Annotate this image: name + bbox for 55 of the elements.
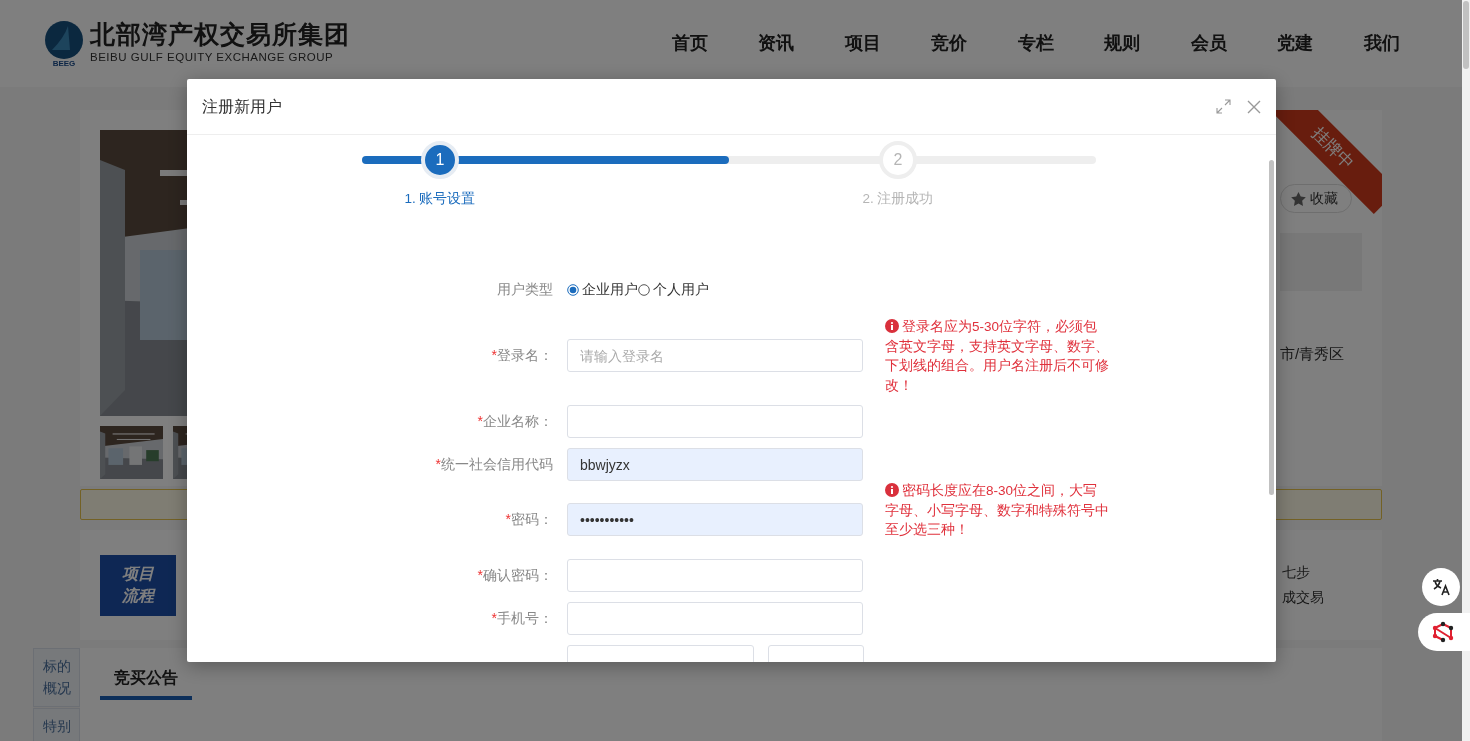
input-field[interactable]: bbwjyzx (567, 448, 863, 481)
nav-link[interactable]: 党建 (1252, 30, 1339, 57)
step-number: 1 (421, 141, 459, 179)
favorite-button[interactable]: 收藏 (1280, 184, 1352, 213)
step-label: 1. 账号设置 (404, 190, 476, 208)
input-field[interactable]: 请输入登录名 (567, 339, 863, 372)
radio-option[interactable]: 个人用户 (638, 273, 709, 306)
network-button[interactable] (1418, 613, 1470, 651)
nav-link[interactable]: 首页 (646, 30, 733, 57)
input-field[interactable] (567, 602, 863, 635)
logo-mark-text: BEEG (52, 59, 76, 68)
field-label: *企业名称： (476, 412, 554, 431)
location-text: 市/青秀区 (1280, 344, 1346, 364)
step-number: 2 (879, 141, 917, 179)
step-label: 2. 注册成功 (862, 190, 934, 208)
field-label: *确认密码： (476, 566, 554, 585)
tab[interactable]: 竞买公告 (100, 666, 192, 700)
scrollbar[interactable] (1462, 0, 1470, 741)
nav-link[interactable]: 项目 (819, 30, 906, 57)
input-field[interactable]: ••••••••••• (567, 503, 863, 536)
input-field[interactable] (567, 559, 863, 592)
expand-icon (1216, 99, 1231, 114)
logo-title: 北部湾产权交易所集团 (90, 21, 350, 49)
close-icon (1247, 99, 1261, 114)
info-icon (885, 319, 899, 333)
process-step-text: 七步 (1282, 562, 1311, 582)
side-tab[interactable]: 特别 (33, 708, 80, 741)
field-label: *统一社会信用代码 (434, 455, 554, 474)
process-badge: 项目 流程 (100, 554, 176, 616)
field-label: 用户类型 (496, 280, 554, 299)
nav-link[interactable]: 专栏 (992, 30, 1079, 57)
logo-subtitle: BEIBU GULF EQUITY EXCHANGE GROUP (90, 49, 335, 65)
field-label: *密码： (504, 510, 554, 529)
close-button[interactable] (1247, 99, 1261, 114)
nav-link[interactable]: 会员 (1165, 30, 1252, 57)
process-step-text: 成交易 (1282, 588, 1325, 607)
radio-option[interactable]: 企业用户 (567, 273, 638, 306)
scrollbar[interactable] (1269, 160, 1274, 495)
side-tab[interactable]: 标的概况 (33, 648, 80, 708)
logo-icon (42, 19, 86, 60)
star-icon (1291, 191, 1306, 206)
nav-link[interactable]: 资讯 (733, 30, 820, 57)
network-icon (1431, 620, 1455, 644)
hint-text: 登录名应为5-30位字符，必须包含英文字母，支持英文字母、数字、下划线的组合。用户名注册后不可修改！ (885, 318, 1110, 395)
hint-text: 密码长度应在8-30位之间，大写字母、小写字母、数字和特殊符号中至少选三种！ (885, 482, 1110, 540)
info-icon (885, 483, 899, 497)
translate-icon (1431, 577, 1451, 597)
field-label: *登录名： (490, 346, 554, 365)
nav-link[interactable]: 我们 (1338, 30, 1425, 57)
input-field[interactable] (567, 405, 863, 438)
dialog-title: 注册新用户 (202, 96, 282, 117)
field-label: *手机号： (490, 609, 554, 628)
maximize-button[interactable] (1216, 99, 1231, 114)
nav-link[interactable]: 竞价 (906, 30, 993, 57)
nav-link[interactable]: 规则 (1079, 30, 1166, 57)
